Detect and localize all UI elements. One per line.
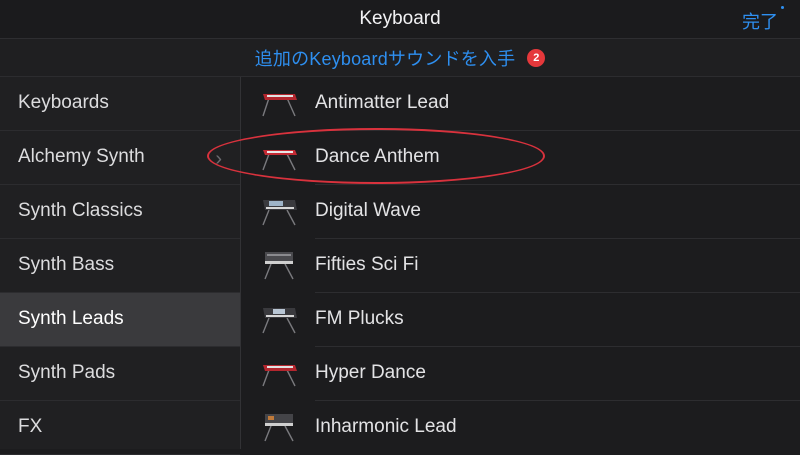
list-item[interactable]: Inharmonic Lead: [241, 401, 800, 455]
sound-name: Digital Wave: [315, 200, 421, 221]
sidebar-item-synth-bass[interactable]: Synth Bass: [0, 239, 240, 293]
list-item[interactable]: Dance Anthem: [241, 131, 800, 185]
sound-name: Fifties Sci Fi: [315, 254, 419, 275]
list-item[interactable]: Digital Wave: [241, 185, 800, 239]
sidebar-item-synth-pads[interactable]: Synth Pads: [0, 347, 240, 401]
sidebar-item-label: Alchemy Synth: [18, 146, 145, 167]
sidebar-item-keyboards[interactable]: Keyboards: [0, 77, 240, 131]
vintage-synth-keyboard-icon: [264, 414, 294, 442]
workstation-keyboard-icon: [262, 308, 297, 334]
list-item[interactable]: Antimatter Lead: [241, 77, 800, 131]
sound-list: Antimatter Lead Dance Anthem Digital Wav…: [241, 77, 800, 449]
sound-name: Hyper Dance: [315, 362, 426, 383]
sound-name: Dance Anthem: [315, 146, 440, 167]
sidebar-item-label: FX: [18, 416, 43, 437]
red-synth-keyboard-icon: [262, 365, 297, 387]
notification-badge: 2: [527, 48, 546, 67]
sidebar-item-label: Keyboards: [18, 92, 109, 113]
sidebar-item-synth-classics[interactable]: Synth Classics: [0, 185, 240, 239]
sidebar-item-fx[interactable]: FX: [0, 401, 240, 455]
sidebar-item-label: Synth Pads: [18, 362, 116, 383]
sidebar-item-alchemy-synth[interactable]: Alchemy Synth ›: [0, 131, 240, 185]
sidebar-item-synth-leads[interactable]: Synth Leads: [0, 293, 240, 347]
sidebar-item-label: Synth Classics: [18, 200, 143, 221]
done-button[interactable]: 完了: [742, 8, 778, 34]
vintage-synth-keyboard-icon: [264, 252, 294, 280]
get-more-sounds-banner[interactable]: 追加のKeyboardサウンドを入手 2: [0, 39, 800, 77]
status-dot-icon: [781, 6, 784, 9]
sidebar-item-label: Synth Bass: [18, 254, 115, 275]
page-title: Keyboard: [359, 8, 441, 29]
red-synth-keyboard-icon: [262, 150, 297, 171]
chevron-right-icon: ›: [215, 148, 222, 170]
navigation-bar: Keyboard 完了: [0, 0, 800, 39]
list-item[interactable]: FM Plucks: [241, 293, 800, 347]
workstation-keyboard-icon: [262, 200, 297, 226]
category-sidebar: Keyboards Alchemy Synth › Synth Classics…: [0, 77, 241, 455]
sidebar-item-label: Synth Leads: [18, 308, 124, 329]
sound-name: FM Plucks: [315, 308, 404, 329]
red-synth-keyboard-icon: [262, 94, 297, 117]
get-more-sounds-link[interactable]: 追加のKeyboardサウンドを入手: [255, 45, 516, 71]
list-item[interactable]: Fifties Sci Fi: [241, 239, 800, 293]
list-item[interactable]: Hyper Dance: [241, 347, 800, 401]
sound-name: Inharmonic Lead: [315, 416, 457, 437]
sound-name: Antimatter Lead: [315, 92, 450, 113]
